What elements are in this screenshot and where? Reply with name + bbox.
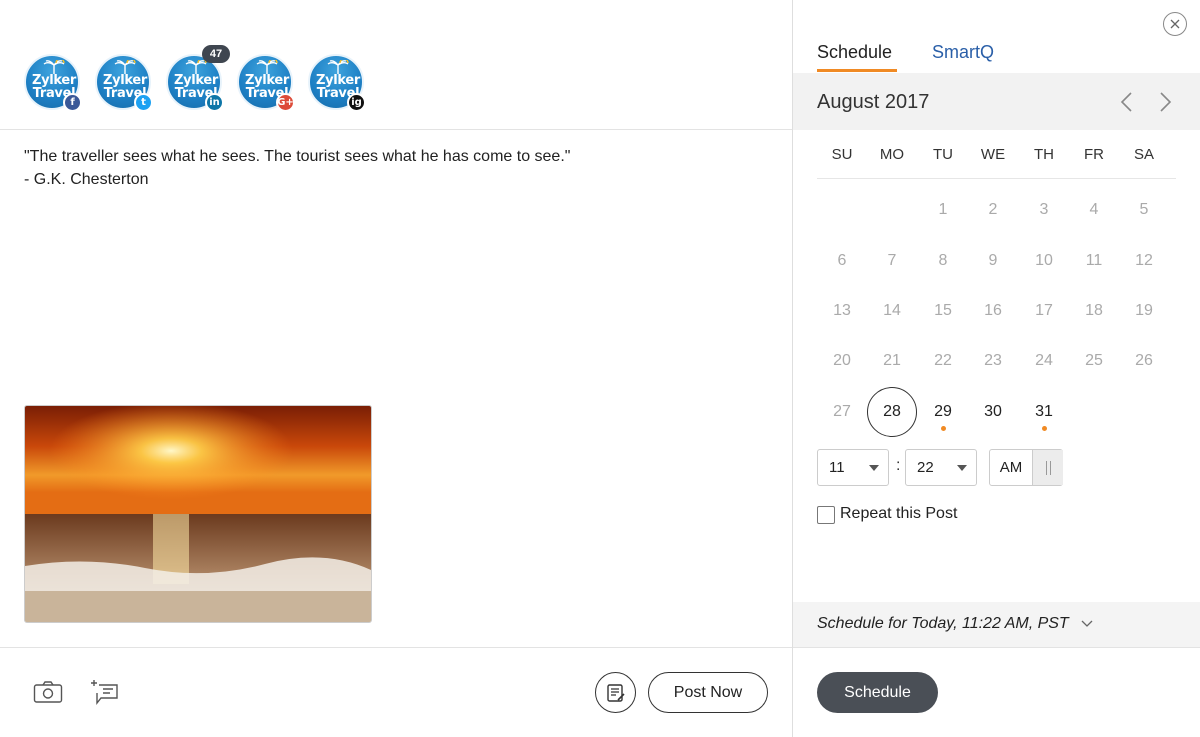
palm-logo-icon <box>43 60 65 74</box>
calendar-day: 8 <box>938 252 948 269</box>
calendar-day: 6 <box>837 252 847 269</box>
prev-month-icon[interactable] <box>1116 91 1138 113</box>
account-avatar-instagram[interactable]: Zylker Travel ig <box>308 54 366 112</box>
chevron-down-icon <box>869 465 879 471</box>
camera-icon[interactable] <box>32 676 64 708</box>
palm-logo-icon <box>256 60 278 74</box>
palm-logo-icon <box>327 60 349 74</box>
calendar-day: 13 <box>833 302 851 319</box>
tab-schedule[interactable]: Schedule <box>817 42 892 63</box>
weekday-label: TH <box>1034 146 1054 163</box>
active-tab-indicator <box>817 69 897 72</box>
weekday-label: WE <box>980 146 1006 163</box>
post-author-line: - G.K. Chesterton <box>24 171 149 188</box>
meridiem-value: AM <box>999 459 1023 476</box>
calendar-day: 23 <box>984 352 1002 369</box>
calendar-day: 16 <box>984 302 1002 319</box>
hour-select[interactable]: 11 <box>817 449 889 486</box>
close-icon <box>1170 19 1180 29</box>
scheduled-post-dot <box>941 426 946 431</box>
calendar-day: 1 <box>938 201 948 218</box>
calendar-day: 27 <box>833 403 851 420</box>
calendar-day: 7 <box>887 252 897 269</box>
google-plus-icon: G+ <box>276 93 295 112</box>
calendar-day: 24 <box>1035 352 1053 369</box>
time-separator: : <box>896 457 901 474</box>
calendar-day: 9 <box>988 252 998 269</box>
weekday-label: FR <box>1084 146 1104 163</box>
calendar-day: 4 <box>1089 201 1099 218</box>
scheduler-pane: Schedule SmartQ August 2017 SU MO TU WE TH FR… <box>793 0 1200 737</box>
meridiem-toggle[interactable]: AM <box>989 449 1063 486</box>
chevron-down-icon <box>957 465 967 471</box>
calendar-day: 10 <box>1035 252 1053 269</box>
calendar-day[interactable]: 30 <box>968 387 1018 437</box>
palm-logo-icon <box>185 60 207 74</box>
composer-pane: Zylker Travel f Zylker Travel t 47 Zylker Travel… <box>0 0 792 737</box>
post-quote-line: "The traveller sees what he sees. The to… <box>24 148 571 165</box>
calendar-day: 19 <box>1135 302 1153 319</box>
scheduled-post-dot <box>1042 426 1047 431</box>
calendar-day: 14 <box>883 302 901 319</box>
post-text-area[interactable]: "The traveller sees what he sees. The to… <box>24 145 764 191</box>
chevron-down-icon <box>1081 620 1093 627</box>
calendar-day[interactable]: 28 <box>867 387 917 437</box>
calendar-day: 22 <box>934 352 952 369</box>
calendar-day: 25 <box>1085 352 1103 369</box>
facebook-icon: f <box>63 93 82 112</box>
calendar-day: 11 <box>1085 252 1103 269</box>
count-badge: 47 <box>202 45 230 63</box>
next-month-icon[interactable] <box>1154 91 1176 113</box>
tab-smartq[interactable]: SmartQ <box>932 42 994 63</box>
sunset-beach-image <box>25 406 371 622</box>
close-button[interactable] <box>1163 12 1187 36</box>
divider <box>0 129 792 130</box>
account-avatar-google-plus[interactable]: Zylker Travel G+ <box>237 54 295 112</box>
checkbox[interactable] <box>817 506 835 524</box>
add-text-icon[interactable] <box>88 676 120 708</box>
schedule-summary-text: Schedule for Today, 11:22 AM, PST <box>817 615 1069 632</box>
schedule-button[interactable]: Schedule <box>817 672 938 713</box>
calendar-day: 20 <box>833 352 851 369</box>
post-now-button[interactable]: Post Now <box>648 672 768 713</box>
divider <box>793 647 1200 648</box>
linkedin-icon: in <box>205 93 224 112</box>
palm-logo-icon <box>114 60 136 74</box>
calendar-day: 18 <box>1085 302 1103 319</box>
calendar-day: 26 <box>1135 352 1153 369</box>
calendar-day: 12 <box>1135 252 1153 269</box>
month-label: August 2017 <box>817 91 930 113</box>
calendar-day: 3 <box>1039 201 1049 218</box>
weekday-label: SU <box>831 146 853 163</box>
calendar-day: 21 <box>883 352 901 369</box>
divider <box>817 178 1176 179</box>
divider <box>0 647 792 648</box>
instagram-icon: ig <box>347 93 366 112</box>
hour-value: 11 <box>829 459 845 476</box>
calendar-day: 17 <box>1035 302 1053 319</box>
notes-button[interactable] <box>595 672 636 713</box>
notes-icon <box>606 683 625 702</box>
calendar-day: 2 <box>988 201 998 218</box>
calendar-day: 5 <box>1139 201 1149 218</box>
minute-value: 22 <box>917 459 934 476</box>
toggle-handle-icon[interactable] <box>1032 450 1063 485</box>
calendar-day: 15 <box>934 302 952 319</box>
weekday-label: MO <box>879 146 905 163</box>
account-avatar-facebook[interactable]: Zylker Travel f <box>24 54 82 112</box>
month-header: August 2017 <box>793 73 1200 130</box>
schedule-summary[interactable]: Schedule for Today, 11:22 AM, PST <box>793 602 1200 647</box>
minute-select[interactable]: 22 <box>905 449 977 486</box>
twitter-icon: t <box>134 93 153 112</box>
attached-image[interactable] <box>24 405 372 623</box>
weekday-label: TU <box>933 146 953 163</box>
repeat-post-label: Repeat this Post <box>840 505 958 522</box>
account-avatar-twitter[interactable]: Zylker Travel t <box>95 54 153 112</box>
weekday-label: SA <box>1133 146 1154 163</box>
